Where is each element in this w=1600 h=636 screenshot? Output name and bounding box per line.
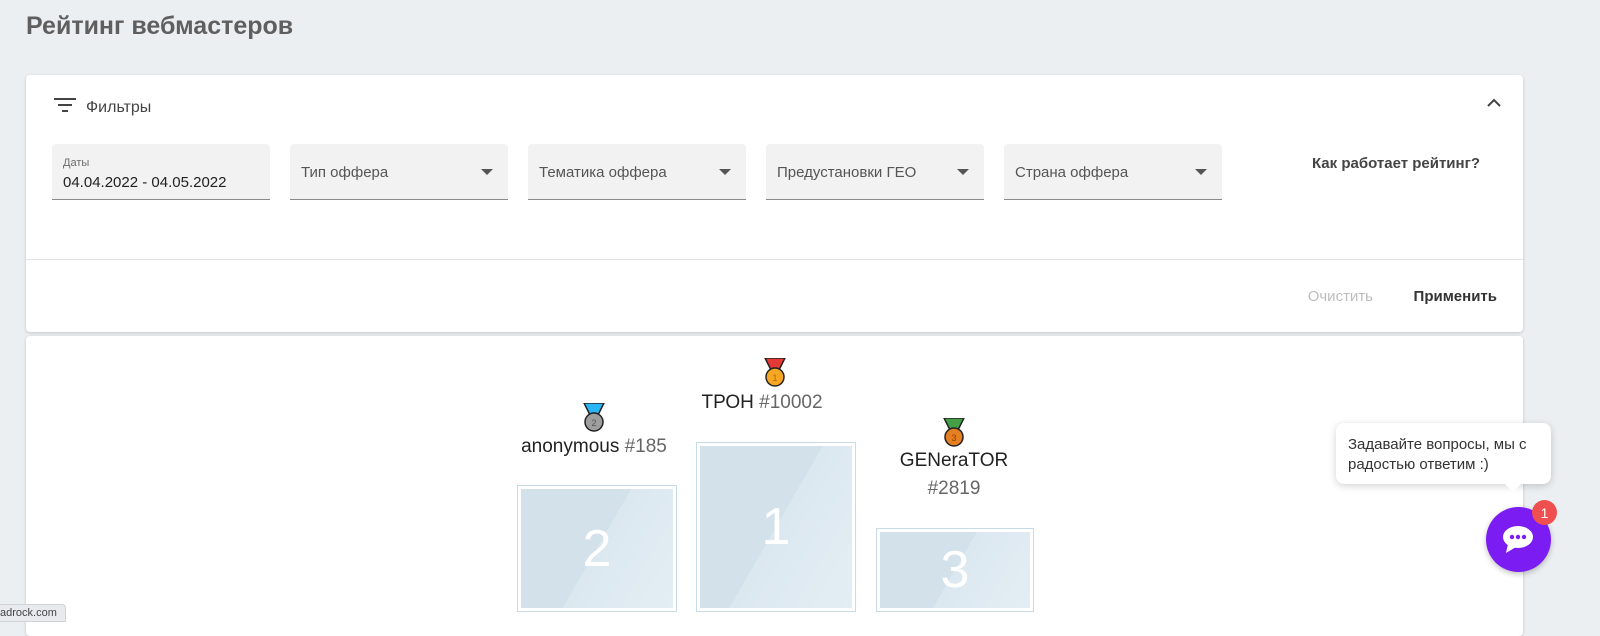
gold-medal-icon: 1 <box>761 357 789 393</box>
how-rating-works-link[interactable]: Как работает рейтинг? <box>1312 155 1480 172</box>
podium-rank: #10002 <box>759 392 823 413</box>
status-bar-url: adrock.com <box>0 604 66 622</box>
podium-place-number: 1 <box>700 446 852 608</box>
geo-presets-placeholder: Предустановки ГЕО <box>777 164 917 181</box>
offer-type-select[interactable]: Тип оффера <box>290 144 508 200</box>
page-title: Рейтинг вебмастеров <box>26 12 294 40</box>
chat-unread-badge: 1 <box>1532 500 1557 525</box>
dropdown-arrow-icon <box>957 169 969 175</box>
svg-text:2: 2 <box>591 418 596 428</box>
offer-theme-select[interactable]: Тематика оффера <box>528 144 746 200</box>
podium-block-third: 3 <box>876 528 1034 612</box>
collapse-filters-button[interactable] <box>1487 95 1501 113</box>
geo-presets-select[interactable]: Предустановки ГЕО <box>766 144 984 200</box>
chevron-up-icon <box>1487 98 1501 107</box>
podium-rank: #2819 <box>927 478 981 499</box>
podium-name-third: GENeraTOR #2819 <box>874 450 1034 500</box>
svg-text:3: 3 <box>951 433 956 443</box>
offer-country-placeholder: Страна оффера <box>1015 164 1129 181</box>
podium-username: ТРОН <box>701 392 754 413</box>
clear-button[interactable]: Очистить <box>1308 288 1373 305</box>
filter-icon <box>54 97 76 118</box>
chat-greeting-bubble[interactable]: Задавайте вопросы, мы с радостью ответим… <box>1336 423 1551 492</box>
offer-country-select[interactable]: Страна оффера <box>1004 144 1222 200</box>
podium-block-first: 1 <box>696 442 856 612</box>
offer-type-placeholder: Тип оффера <box>301 164 389 181</box>
podium-block-second: 2 <box>517 485 677 612</box>
podium-name-second: anonymous #185 <box>504 436 684 458</box>
silver-medal-icon: 2 <box>580 402 608 438</box>
svg-text:1: 1 <box>772 373 777 383</box>
podium-place-number: 3 <box>880 532 1030 608</box>
filters-title: Фильтры <box>86 98 152 116</box>
dropdown-arrow-icon <box>719 169 731 175</box>
dropdown-arrow-icon <box>481 169 493 175</box>
date-range-field[interactable]: Даты 04.04.2022 - 04.05.2022 <box>52 144 270 200</box>
podium-username: anonymous <box>521 436 620 457</box>
podium-panel: 1 ТРОН #10002 1 2 anonymous #185 2 3 GEN… <box>26 336 1523 636</box>
podium-rank: #185 <box>624 436 667 457</box>
offer-theme-placeholder: Тематика оффера <box>539 164 667 181</box>
podium-place-number: 2 <box>521 489 673 608</box>
podium-name-first: ТРОН #10002 <box>682 392 842 414</box>
apply-button[interactable]: Применить <box>1414 288 1497 305</box>
date-range-label: Даты <box>63 157 90 169</box>
filters-header[interactable]: Фильтры <box>54 97 151 118</box>
bronze-medal-icon: 3 <box>940 417 968 453</box>
dropdown-arrow-icon <box>1195 169 1207 175</box>
filters-panel: Фильтры Даты 04.04.2022 - 04.05.2022 Тип… <box>26 75 1523 332</box>
divider <box>26 259 1523 260</box>
podium-username: GENeraTOR <box>899 450 1009 471</box>
date-range-value: 04.04.2022 - 04.05.2022 <box>63 174 227 191</box>
